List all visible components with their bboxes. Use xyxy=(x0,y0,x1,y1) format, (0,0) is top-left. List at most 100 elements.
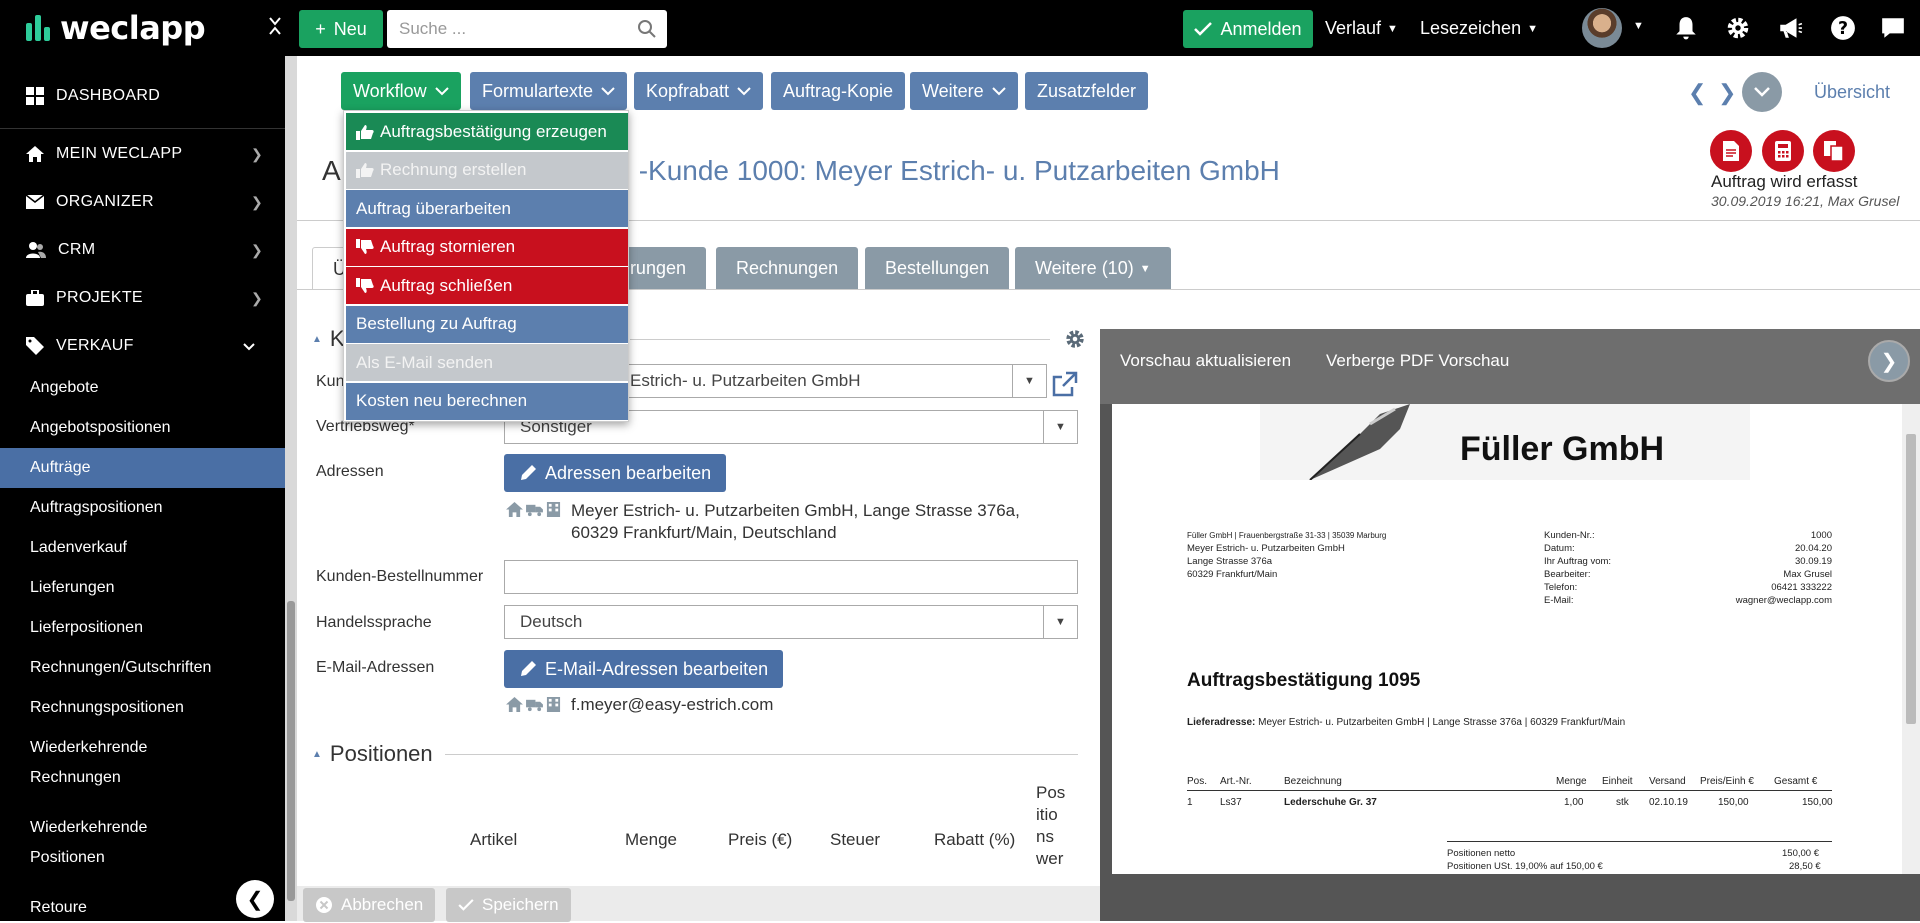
workflow-menu-item-6[interactable]: Bestellung zu Auftrag xyxy=(346,305,628,343)
chat-icon[interactable] xyxy=(1880,15,1906,41)
sidebar-sub-wiederkehrende-rechnungen[interactable]: Wiederkehrende Rechnungen xyxy=(0,733,285,793)
check-icon xyxy=(458,899,474,911)
workflow-menu-item-4[interactable]: Auftrag stornieren xyxy=(346,228,628,266)
workflow-menu-item-1[interactable]: Auftragsbestätigung erzeugen xyxy=(346,113,628,150)
tab-rechnungen[interactable]: Rechnungen xyxy=(716,247,859,290)
workflow-menu-item-5[interactable]: Auftrag schließen xyxy=(346,267,628,304)
sidebar-item-projekte[interactable]: PROJEKTE ❯ xyxy=(0,274,285,322)
overview-link[interactable]: Übersicht xyxy=(1814,82,1890,103)
kopfrabatt-button[interactable]: Kopfrabatt xyxy=(634,72,764,110)
previous-record-icon[interactable]: ❮ xyxy=(1688,80,1706,106)
documents-copy-icon[interactable] xyxy=(1813,130,1855,172)
col-preis[interactable]: Preis (€) xyxy=(728,830,792,850)
sidebar-scrollbar[interactable] xyxy=(285,56,297,921)
col-rabatt[interactable]: Rabatt (%) xyxy=(934,830,1015,850)
sidebar-sub-rechnungen[interactable]: Rechnungen/Gutschriften xyxy=(0,653,285,683)
sidebar-sub-wiederkehrende-positionen[interactable]: Wiederkehrende Positionen xyxy=(0,813,285,873)
workflow-button[interactable]: Workflow xyxy=(341,72,461,110)
building-icon xyxy=(546,502,561,517)
edit-emails-button[interactable]: E-Mail-Adressen bearbeiten xyxy=(504,650,784,688)
gear-icon[interactable] xyxy=(1725,15,1751,41)
pdf-scrollbar[interactable] xyxy=(1902,404,1920,874)
sidebar-sub-auftragspositionen[interactable]: Auftragspositionen xyxy=(0,493,285,523)
sidebar-sub-label: Wiederkehrende xyxy=(30,739,148,756)
document-pdf-icon[interactable] xyxy=(1710,130,1752,172)
sidebar-sub-angebote[interactable]: Angebote xyxy=(0,373,285,403)
tab-weitere[interactable]: Weitere (10) ▼ xyxy=(1015,247,1171,290)
more-options-button[interactable] xyxy=(1742,72,1782,112)
col-steuer[interactable]: Steuer xyxy=(830,830,880,850)
hide-preview-link[interactable]: Verberge PDF Vorschau xyxy=(1326,351,1509,371)
handelssprache-select[interactable]: Deutsch ▼ xyxy=(504,605,1078,639)
sidebar-label: MEIN WECLAPP xyxy=(56,145,183,162)
title-prefix: A xyxy=(322,155,341,186)
workflow-menu-item-2[interactable]: Rechnung erstellen xyxy=(346,151,628,189)
auftrag-kopie-button[interactable]: Auftrag-Kopie xyxy=(771,72,906,110)
col-menge[interactable]: Menge xyxy=(625,830,677,850)
sidebar-sub-rechnungspositionen[interactable]: Rechnungspositionen xyxy=(0,693,285,723)
pdf-th: Art.-Nr. xyxy=(1220,776,1252,787)
pdf-meta-value: wagner@weclapp.com xyxy=(1735,595,1832,606)
sidebar-sub-angebotspositionen[interactable]: Angebotspositionen xyxy=(0,413,285,443)
sidebar-sub-auftraege[interactable]: Aufträge xyxy=(0,448,285,488)
sidebar-sub-lieferpositionen[interactable]: Lieferpositionen xyxy=(0,613,285,643)
new-button[interactable]: + Neu xyxy=(299,10,383,48)
search-input[interactable]: Suche ... xyxy=(387,10,667,48)
collapse-sidebar-icon[interactable] xyxy=(268,16,282,42)
bell-icon[interactable] xyxy=(1673,15,1699,41)
col-positionswert[interactable]: Pos itio ns wer xyxy=(1036,782,1076,870)
formulartexte-button[interactable]: Formulartexte xyxy=(470,72,628,110)
zusatzfelder-button[interactable]: Zusatzfelder xyxy=(1025,72,1149,110)
chevron-down-icon xyxy=(991,86,1006,95)
home-icon xyxy=(506,697,523,712)
workflow-menu-item-7[interactable]: Als E-Mail senden xyxy=(346,344,628,381)
tab-bestellungen[interactable]: Bestellungen xyxy=(865,247,1010,290)
status-meta: 30.09.2019 16:21, Max Grusel xyxy=(1711,193,1900,209)
next-record-icon[interactable]: ❯ xyxy=(1718,80,1736,106)
cancel-button[interactable]: Abbrechen xyxy=(303,888,436,922)
thumbs-down-icon xyxy=(356,277,374,294)
workflow-menu-item-3[interactable]: Auftrag überarbeiten xyxy=(346,190,628,227)
pdf-total-value: 28,50 € xyxy=(1789,861,1821,872)
weitere-label: Weitere xyxy=(922,80,984,101)
collapse-sidebar-button[interactable]: ❮ xyxy=(236,880,274,918)
briefcase-icon xyxy=(26,290,44,306)
pdf-page: Füller GmbH Füller GmbH | Frauenbergstra… xyxy=(1112,404,1902,874)
save-button[interactable]: Speichern xyxy=(446,888,571,922)
pdf-recipient: Meyer Estrich- u. Putzarbeiten GmbH Lang… xyxy=(1187,542,1345,581)
sidebar-sub-ladenverkauf[interactable]: Ladenverkauf xyxy=(0,533,285,563)
section-header-kunde[interactable]: ▲ K xyxy=(312,326,345,352)
sidebar-item-organizer[interactable]: ORGANIZER ❯ xyxy=(0,178,285,226)
avatar[interactable] xyxy=(1582,8,1622,48)
settings-gear-icon[interactable] xyxy=(1064,328,1086,350)
thumbs-up-icon xyxy=(356,162,374,178)
external-link-icon[interactable] xyxy=(1052,371,1078,397)
edit-addresses-button[interactable]: Adressen bearbeiten xyxy=(504,454,727,492)
history-menu[interactable]: Verlauf ▼ xyxy=(1325,18,1398,39)
login-button[interactable]: Anmelden xyxy=(1183,10,1313,48)
pdf-meta-values: 1000 20.04.20 30.09.19 Max Grusel 06421 … xyxy=(1682,529,1832,607)
megaphone-icon[interactable] xyxy=(1777,15,1803,41)
sidebar-sub-lieferungen[interactable]: Lieferungen xyxy=(0,573,285,603)
logo[interactable]: weclapp xyxy=(26,9,206,47)
calculator-icon[interactable] xyxy=(1762,130,1804,172)
sidebar-item-crm[interactable]: CRM ❯ xyxy=(0,226,285,274)
bookmarks-menu[interactable]: Lesezeichen ▼ xyxy=(1420,18,1538,39)
sidebar-item-mein-weclapp[interactable]: MEIN WECLAPP ❯ xyxy=(0,130,285,178)
sidebar-item-verkauf[interactable]: VERKAUF xyxy=(0,322,285,370)
sidebar-item-dashboard[interactable]: DASHBOARD xyxy=(0,72,285,120)
workflow-menu-label: Als E-Mail senden xyxy=(356,352,494,372)
top-bar: weclapp + Neu Suche ... Anmelden Verlauf… xyxy=(0,0,1920,56)
workflow-menu-label: Auftragsbestätigung erzeugen xyxy=(380,121,607,141)
weitere-button[interactable]: Weitere xyxy=(910,72,1018,110)
col-artikel[interactable]: Artikel xyxy=(470,830,517,850)
pdf-meta-label: E-Mail: xyxy=(1544,595,1574,606)
refresh-preview-link[interactable]: Vorschau aktualisieren xyxy=(1120,351,1291,371)
chevron-right-icon[interactable]: ❯ xyxy=(1868,340,1910,382)
help-icon[interactable]: ? xyxy=(1830,15,1856,41)
avatar-caret-icon[interactable]: ▼ xyxy=(1633,20,1644,32)
workflow-menu-item-8[interactable]: Kosten neu berechnen xyxy=(346,382,628,420)
bestellnummer-input[interactable] xyxy=(504,560,1078,594)
kopfrabatt-label: Kopfrabatt xyxy=(646,80,730,101)
section-header-positionen[interactable]: ▲ Positionen xyxy=(312,741,433,767)
